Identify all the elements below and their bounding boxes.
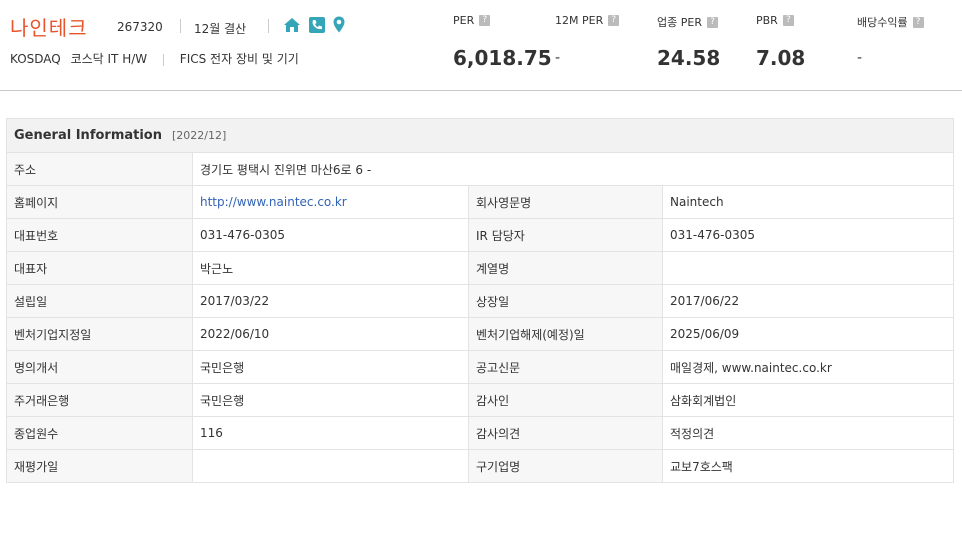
metric-label: PBR	[756, 14, 778, 27]
row-label: 상장일	[468, 284, 663, 318]
market-label: KOSDAQ	[10, 52, 61, 66]
row-label: 벤처기업해제(예정)일	[468, 317, 663, 351]
metric-label: PER	[453, 14, 475, 27]
row-label: IR 담당자	[468, 218, 663, 252]
help-icon[interactable]: ?	[782, 15, 794, 26]
divider	[268, 19, 269, 33]
row-value: http://www.naintec.co.kr	[192, 185, 469, 219]
row-value: 국민은행	[192, 383, 469, 417]
row-label: 감사인	[468, 383, 663, 417]
company-header: 나인테크 267320 12월 결산 KOSDAQ 코스닥 IT H/W FIC…	[0, 0, 962, 91]
row-value: 2025/06/09	[662, 317, 954, 351]
help-icon[interactable]: ?	[479, 15, 491, 26]
row-value: 국민은행	[192, 350, 469, 384]
help-icon[interactable]: ?	[912, 16, 924, 28]
row-value: 116	[192, 416, 469, 450]
row-value: 경기도 평택시 진위면 마산6로 6 -	[192, 152, 954, 186]
row-value	[662, 251, 954, 285]
row-value: 매일경제, www.naintec.co.kr	[662, 350, 954, 384]
table-row-address: 주소 경기도 평택시 진위면 마산6로 6 -	[6, 152, 954, 186]
metric-12m-per: 12M PER? -	[555, 14, 620, 66]
metric-value: 7.08	[756, 46, 806, 70]
row-label: 감사의견	[468, 416, 663, 450]
table-row: 종업원수 116 감사의견 적정의견	[6, 416, 954, 450]
table-row: 대표번호 031-476-0305 IR 담당자 031-476-0305	[6, 218, 954, 252]
row-value: 적정의견	[662, 416, 954, 450]
row-value	[192, 449, 469, 483]
table-row: 명의개서 국민은행 공고신문 매일경제, www.naintec.co.kr	[6, 350, 954, 384]
table-row: 재평가일 구기업명 교보7호스팩	[6, 449, 954, 483]
table-date: [2022/12]	[172, 129, 227, 142]
table-title: General Information	[14, 128, 162, 143]
sector-label: 코스닥 IT H/W	[70, 52, 148, 66]
metric-dividend-yield: 배당수익률? -	[857, 14, 924, 66]
row-value: 2017/06/22	[662, 284, 954, 318]
row-label: 공고신문	[468, 350, 663, 384]
fiscal-month: 12월 결산	[194, 22, 247, 36]
metric-value: -	[555, 50, 561, 66]
metric-value: -	[857, 50, 863, 66]
row-label: 홈페이지	[6, 185, 193, 219]
metric-value: 24.58	[657, 46, 721, 70]
company-code: 267320	[117, 20, 163, 34]
row-label: 회사영문명	[468, 185, 663, 219]
row-label: 명의개서	[6, 350, 193, 384]
row-value: 교보7호스팩	[662, 449, 954, 483]
row-value: 031-476-0305	[662, 218, 954, 252]
row-value: 031-476-0305	[192, 218, 469, 252]
metric-value: 6,018.75	[453, 46, 552, 70]
metric-industry-per: 업종 PER? 24.58	[657, 14, 720, 70]
row-label: 대표자	[6, 251, 193, 285]
classification-line: KOSDAQ 코스닥 IT H/W FICS 전자 장비 및 기기	[10, 50, 299, 67]
location-icon[interactable]	[333, 16, 345, 37]
row-label: 설립일	[6, 284, 193, 318]
table-row: 벤처기업지정일 2022/06/10 벤처기업해제(예정)일 2025/06/0…	[6, 317, 954, 351]
divider	[162, 53, 164, 66]
row-label: 주거래은행	[6, 383, 193, 417]
general-information-table: General Information [2022/12] 주소 경기도 평택시 …	[6, 118, 954, 483]
table-row: 홈페이지 http://www.naintec.co.kr 회사영문명 Nain…	[6, 185, 954, 219]
table-row: 주거래은행 국민은행 감사인 삼화회계법인	[6, 383, 954, 417]
contact-icons	[283, 16, 345, 37]
metric-pbr: PBR? 7.08	[756, 14, 805, 70]
metric-label: 업종 PER	[657, 16, 702, 29]
metric-label: 12M PER	[555, 14, 604, 27]
metric-per: PER? 6,018.75	[453, 14, 552, 70]
row-label: 대표번호	[6, 218, 193, 252]
table-row: 대표자 박근노 계열명	[6, 251, 954, 285]
table-header: General Information [2022/12]	[6, 118, 954, 153]
row-value: 삼화회계법인	[662, 383, 954, 417]
home-icon[interactable]	[283, 17, 301, 37]
help-icon[interactable]: ?	[608, 15, 620, 26]
row-value: Naintech	[662, 185, 954, 219]
table-header-row: General Information [2022/12]	[6, 118, 954, 153]
homepage-link[interactable]: http://www.naintec.co.kr	[200, 195, 347, 209]
company-name: 나인테크	[10, 16, 88, 40]
row-label: 계열명	[468, 251, 663, 285]
fics-label: FICS 전자 장비 및 기기	[179, 52, 299, 66]
phone-icon[interactable]	[309, 16, 325, 37]
table-row: 설립일 2017/03/22 상장일 2017/06/22	[6, 284, 954, 318]
help-icon[interactable]: ?	[706, 16, 718, 28]
metric-label: 배당수익률	[857, 16, 908, 29]
row-label: 벤처기업지정일	[6, 317, 193, 351]
row-label: 종업원수	[6, 416, 193, 450]
row-value: 2022/06/10	[192, 317, 469, 351]
divider	[180, 19, 181, 33]
row-label: 주소	[6, 152, 193, 186]
row-value: 2017/03/22	[192, 284, 469, 318]
row-label: 구기업명	[468, 449, 663, 483]
row-value: 박근노	[192, 251, 469, 285]
row-label: 재평가일	[6, 449, 193, 483]
